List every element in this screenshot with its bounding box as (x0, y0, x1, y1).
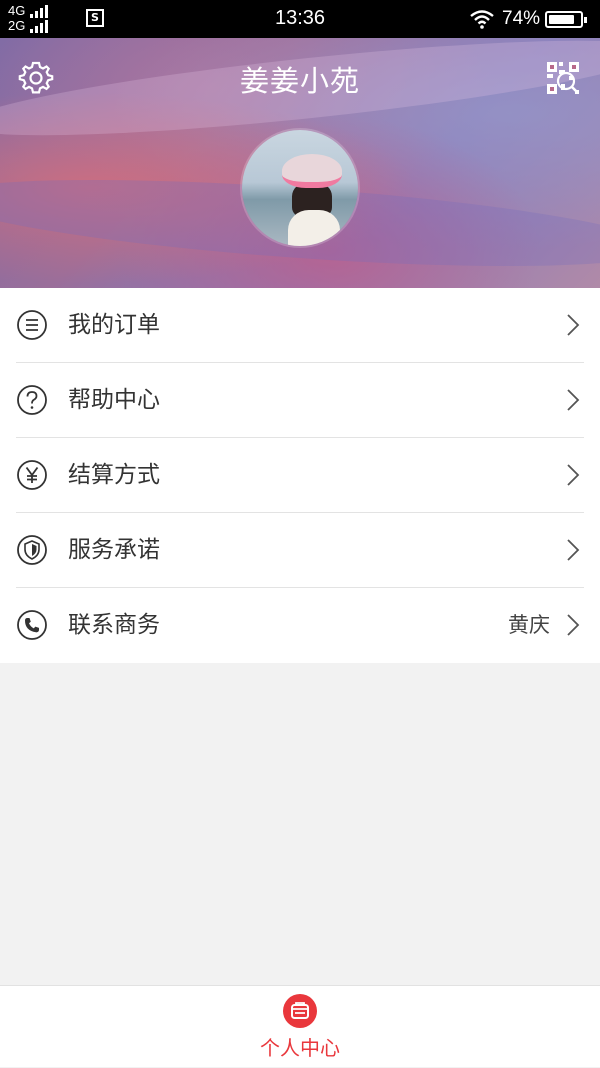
menu-list: 我的订单 帮助中心 结算方式 服务承诺 联系商务 黄庆 (0, 288, 600, 663)
menu-item-help[interactable]: 帮助中心 (0, 363, 600, 438)
avatar[interactable] (242, 130, 358, 246)
yen-icon (17, 460, 47, 490)
question-icon (17, 385, 47, 415)
bottom-nav: 个人中心 (0, 985, 600, 1067)
tab-personal-center[interactable]: 个人中心 (240, 986, 360, 1068)
menu-item-contact[interactable]: 联系商务 黄庆 (0, 588, 600, 663)
page-title: 姜姜小苑 (239, 64, 360, 98)
tab-label: 个人中心 (260, 1036, 340, 1060)
battery-icon (545, 11, 587, 28)
contact-name: 黄庆 (508, 613, 550, 637)
menu-item-label: 结算方式 (68, 462, 160, 488)
profile-header: 姜姜小苑 (0, 38, 600, 288)
tab-icon (283, 994, 317, 1028)
chevron-right-icon (567, 539, 580, 561)
menu-item-label: 帮助中心 (68, 387, 160, 413)
phone-icon (17, 610, 47, 640)
list-icon (17, 310, 47, 340)
menu-item-label: 我的订单 (68, 312, 160, 338)
qr-scan-icon[interactable] (545, 60, 581, 96)
menu-item-label: 联系商务 (68, 612, 160, 638)
menu-item-label: 服务承诺 (68, 537, 160, 563)
status-bar: 4G 2G S 13:36 74% (0, 0, 600, 38)
menu-item-payment[interactable]: 结算方式 (0, 438, 600, 513)
chevron-right-icon (567, 614, 580, 636)
chevron-right-icon (567, 389, 580, 411)
menu-item-orders[interactable]: 我的订单 (0, 288, 600, 363)
shield-icon (17, 535, 47, 565)
user-card-icon (291, 1002, 309, 1019)
battery-percent: 74% (502, 8, 541, 29)
chevron-right-icon (567, 464, 580, 486)
menu-item-service[interactable]: 服务承诺 (0, 513, 600, 588)
wifi-icon (470, 10, 494, 29)
chevron-right-icon (567, 314, 580, 336)
